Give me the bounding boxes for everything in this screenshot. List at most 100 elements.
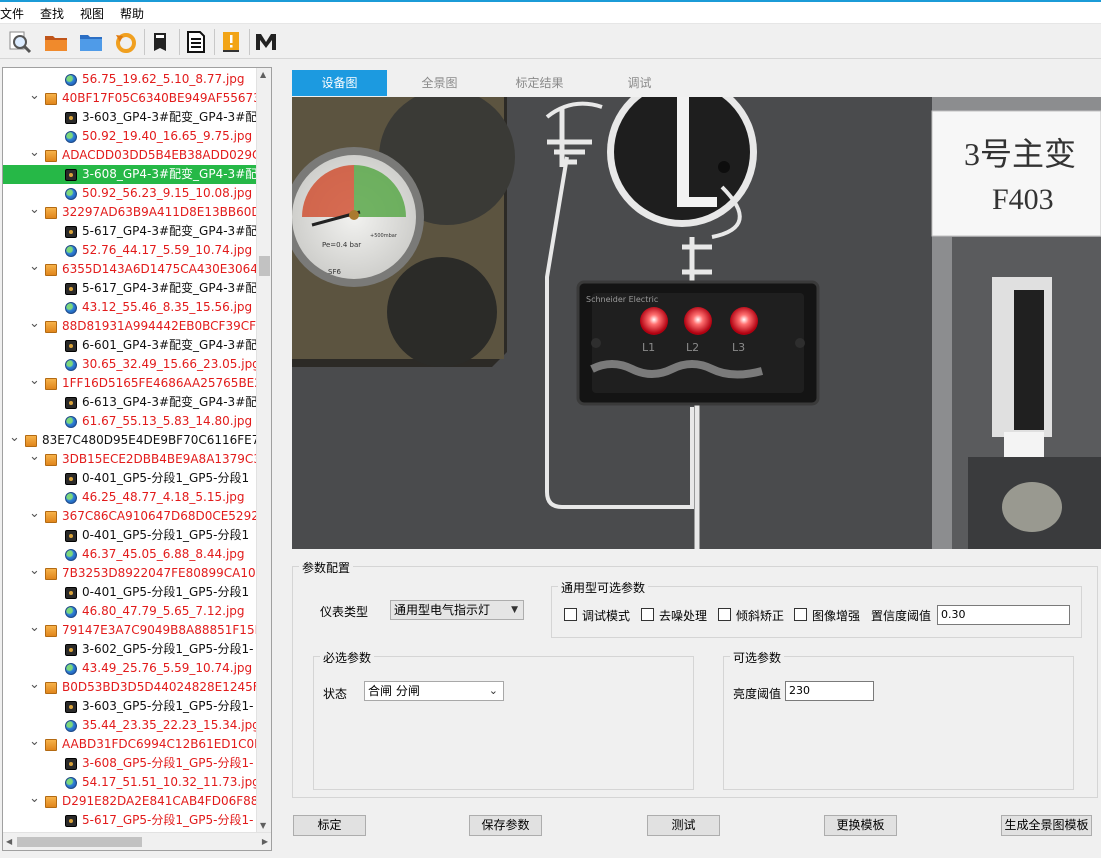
tree-folder-node[interactable]: ⌄ D291E82DA2E841CAB4FD06F88E: [3, 792, 257, 811]
expand-chevron-icon[interactable]: ⌄: [29, 564, 40, 580]
tree-horizontal-scrollbar[interactable]: ◀ ▶: [3, 832, 271, 850]
tab-debug[interactable]: 调试: [592, 70, 687, 96]
tree-vertical-scrollbar[interactable]: ▲ ▼: [256, 68, 271, 832]
tree-file-node[interactable]: 6-601_GP4-3#配变_GP4-3#配: [3, 336, 257, 355]
expand-chevron-icon[interactable]: ⌄: [29, 621, 40, 637]
tree-folder-node[interactable]: ⌄ 32297AD63B9A411D8E13BB60D: [3, 203, 257, 222]
expand-chevron-icon[interactable]: ⌄: [29, 507, 40, 523]
tree-folder-node[interactable]: ⌄ B0D53BD3D5D44024828E1245F: [3, 678, 257, 697]
tree-file-node[interactable]: 0-401_GP5-分段1_GP5-分段1: [3, 583, 257, 602]
tree-folder-node[interactable]: ⌄ 40BF17F05C6340BE949AF55673: [3, 89, 257, 108]
folder-icon[interactable]: [76, 28, 106, 56]
scroll-right-icon[interactable]: ▶: [262, 837, 268, 846]
tree-file-node[interactable]: 61.67_55.13_5.83_14.80.jpg: [3, 412, 257, 431]
replace-template-button[interactable]: 更换模板: [824, 815, 897, 836]
expand-chevron-icon[interactable]: ⌄: [29, 203, 40, 219]
tree-folder-node[interactable]: ⌄ AABD31FDC6994C12B61ED1C0B: [3, 735, 257, 754]
tree-file-node[interactable]: 50.92_56.23_9.15_10.08.jpg: [3, 184, 257, 203]
generate-panorama-template-button[interactable]: 生成全景图模板: [1001, 815, 1092, 836]
tree-file-node[interactable]: 30.65_32.49_15.66_23.05.jpg: [3, 355, 257, 374]
tab-calibration-result[interactable]: 标定结果: [492, 70, 587, 96]
expand-chevron-icon[interactable]: ⌄: [29, 450, 40, 466]
confidence-threshold-input[interactable]: 0.30: [937, 605, 1070, 625]
tree-folder-node[interactable]: ⌄ 1FF16D5165FE4686AA25765BE2: [3, 374, 257, 393]
optional-params-group: 可选参数 亮度阈值 230: [723, 649, 1074, 790]
book-icon[interactable]: [146, 28, 176, 56]
expand-chevron-icon[interactable]: ⌄: [29, 146, 40, 162]
tree-folder-node[interactable]: ⌄ 3DB15ECE2DBB4BE9A8A1379C3: [3, 450, 257, 469]
checkbox-denoise[interactable]: 去噪处理: [641, 608, 716, 623]
warning-icon[interactable]: [216, 28, 246, 56]
file-tree-panel[interactable]: 56.75_19.62_5.10_8.77.jpg ⌄ 40BF17F05C6340…: [2, 67, 272, 851]
led-label-3: L3: [732, 341, 745, 354]
tree-file-node[interactable]: 0-401_GP5-分段1_GP5-分段1: [3, 469, 257, 488]
document-icon[interactable]: [181, 28, 211, 56]
expand-chevron-icon[interactable]: ⌄: [29, 89, 40, 105]
scroll-down-icon[interactable]: ▼: [260, 821, 266, 830]
expand-chevron-icon[interactable]: ⌄: [29, 792, 40, 808]
image-globe-icon: [65, 416, 77, 428]
calibrate-button[interactable]: 标定: [293, 815, 366, 836]
menu-view[interactable]: 视图: [80, 5, 104, 22]
expand-chevron-icon[interactable]: ⌄: [29, 260, 40, 276]
tree-vertical-scroll-thumb[interactable]: [259, 256, 270, 276]
tree-folder-node[interactable]: ⌄ 6355D143A6D1475CA430E3064: [3, 260, 257, 279]
menu-help[interactable]: 帮助: [120, 5, 144, 22]
tree-file-node[interactable]: 3-603_GP4-3#配变_GP4-3#配: [3, 108, 257, 127]
expand-chevron-icon[interactable]: ⌄: [29, 678, 40, 694]
tree-node-label: 56.75_19.62_5.10_8.77.jpg: [82, 72, 245, 86]
tree-file-node[interactable]: 43.49_25.76_5.59_10.74.jpg: [3, 659, 257, 678]
menu-find[interactable]: 查找: [40, 5, 64, 22]
expand-chevron-icon[interactable]: ⌄: [9, 431, 20, 447]
camera-icon: [65, 340, 77, 352]
expand-chevron-icon[interactable]: ⌄: [29, 735, 40, 751]
tree-folder-node[interactable]: ⌄ ADACDD03DD5B4EB38ADD029C: [3, 146, 257, 165]
tree-file-node[interactable]: 46.25_48.77_4.18_5.15.jpg: [3, 488, 257, 507]
tree-file-node[interactable]: 35.44_23.35_22.23_15.34.jpg: [3, 716, 257, 735]
tree-file-node[interactable]: 3-603_GP5-分段1_GP5-分段1-: [3, 697, 257, 716]
checkbox-image-enhance[interactable]: 图像增强: [794, 608, 869, 623]
tree-file-node[interactable]: 54.17_51.51_10.32_11.73.jpg: [3, 773, 257, 792]
tree-file-node[interactable]: 43.12_55.46_8.35_15.56.jpg: [3, 298, 257, 317]
tree-file-node[interactable]: 5-617_GP5-分段1_GP5-分段1-: [3, 811, 257, 830]
menu-file[interactable]: 文件: [0, 5, 24, 22]
tree-file-node[interactable]: 6-613_GP4-3#配变_GP4-3#配: [3, 393, 257, 412]
tree-file-node[interactable]: 56.75_19.62_5.10_8.77.jpg: [3, 70, 257, 89]
tree-file-node[interactable]: 3-608_GP5-分段1_GP5-分段1-: [3, 754, 257, 773]
m-icon[interactable]: [251, 28, 281, 56]
state-select[interactable]: 合闸 分闸 ⌄: [364, 681, 504, 701]
test-button[interactable]: 测试: [647, 815, 720, 836]
tree-file-node[interactable]: 46.37_45.05_6.88_8.44.jpg: [3, 545, 257, 564]
tree-file-node[interactable]: 5-617_GP4-3#配变_GP4-3#配: [3, 279, 257, 298]
param-config-group: 参数配置 仪表类型 通用型电气指示灯 ▼ 通用型可选参数 调试模式 去噪处理 倾…: [292, 559, 1098, 798]
tree-folder-node[interactable]: ⌄ 83E7C480D95E4DE9BF70C6116FE7D: [3, 431, 257, 450]
meter-type-select[interactable]: 通用型电气指示灯 ▼: [390, 600, 524, 620]
tree-file-node[interactable]: 52.76_44.17_5.59_10.74.jpg: [3, 241, 257, 260]
image-globe-icon: [65, 131, 77, 143]
magnifier-icon[interactable]: [5, 28, 35, 56]
tab-device-image[interactable]: 设备图: [292, 70, 387, 96]
tree-folder-node[interactable]: ⌄ 79147E3A7C9049B8A88851F15D: [3, 621, 257, 640]
tree-file-node[interactable]: 0-401_GP5-分段1_GP5-分段1: [3, 526, 257, 545]
tree-folder-node[interactable]: ⌄ 367C86CA910647D68D0CE5292: [3, 507, 257, 526]
save-params-button[interactable]: 保存参数: [469, 815, 542, 836]
open-folder-icon[interactable]: [41, 28, 71, 56]
tree-file-node[interactable]: 5-617_GP4-3#配变_GP4-3#配: [3, 222, 257, 241]
expand-chevron-icon[interactable]: ⌄: [29, 317, 40, 333]
checkbox-tilt-correction[interactable]: 倾斜矫正: [718, 608, 793, 623]
device-image-viewer[interactable]: Pe=0.4 bar +500mbar SF6 Schneider Electr…: [292, 97, 1101, 549]
brightness-threshold-input[interactable]: 230: [785, 681, 874, 701]
tree-file-node[interactable]: 3-602_GP5-分段1_GP5-分段1-: [3, 640, 257, 659]
refresh-icon[interactable]: [111, 28, 141, 56]
tab-panorama[interactable]: 全景图: [392, 70, 487, 96]
checkbox-debug-mode[interactable]: 调试模式: [564, 608, 644, 623]
tree-folder-node[interactable]: ⌄ 7B3253D8922047FE80899CA106: [3, 564, 257, 583]
tree-file-node[interactable]: 3-608_GP4-3#配变_GP4-3#配: [3, 165, 257, 184]
tree-file-node[interactable]: 46.80_47.79_5.65_7.12.jpg: [3, 602, 257, 621]
scroll-up-icon[interactable]: ▲: [260, 70, 266, 79]
scroll-left-icon[interactable]: ◀: [6, 837, 12, 846]
tree-file-node[interactable]: 50.92_19.40_16.65_9.75.jpg: [3, 127, 257, 146]
tree-folder-node[interactable]: ⌄ 88D81931A994442EB0BCF39CFE: [3, 317, 257, 336]
tree-horizontal-scroll-thumb[interactable]: [17, 837, 142, 847]
expand-chevron-icon[interactable]: ⌄: [29, 374, 40, 390]
